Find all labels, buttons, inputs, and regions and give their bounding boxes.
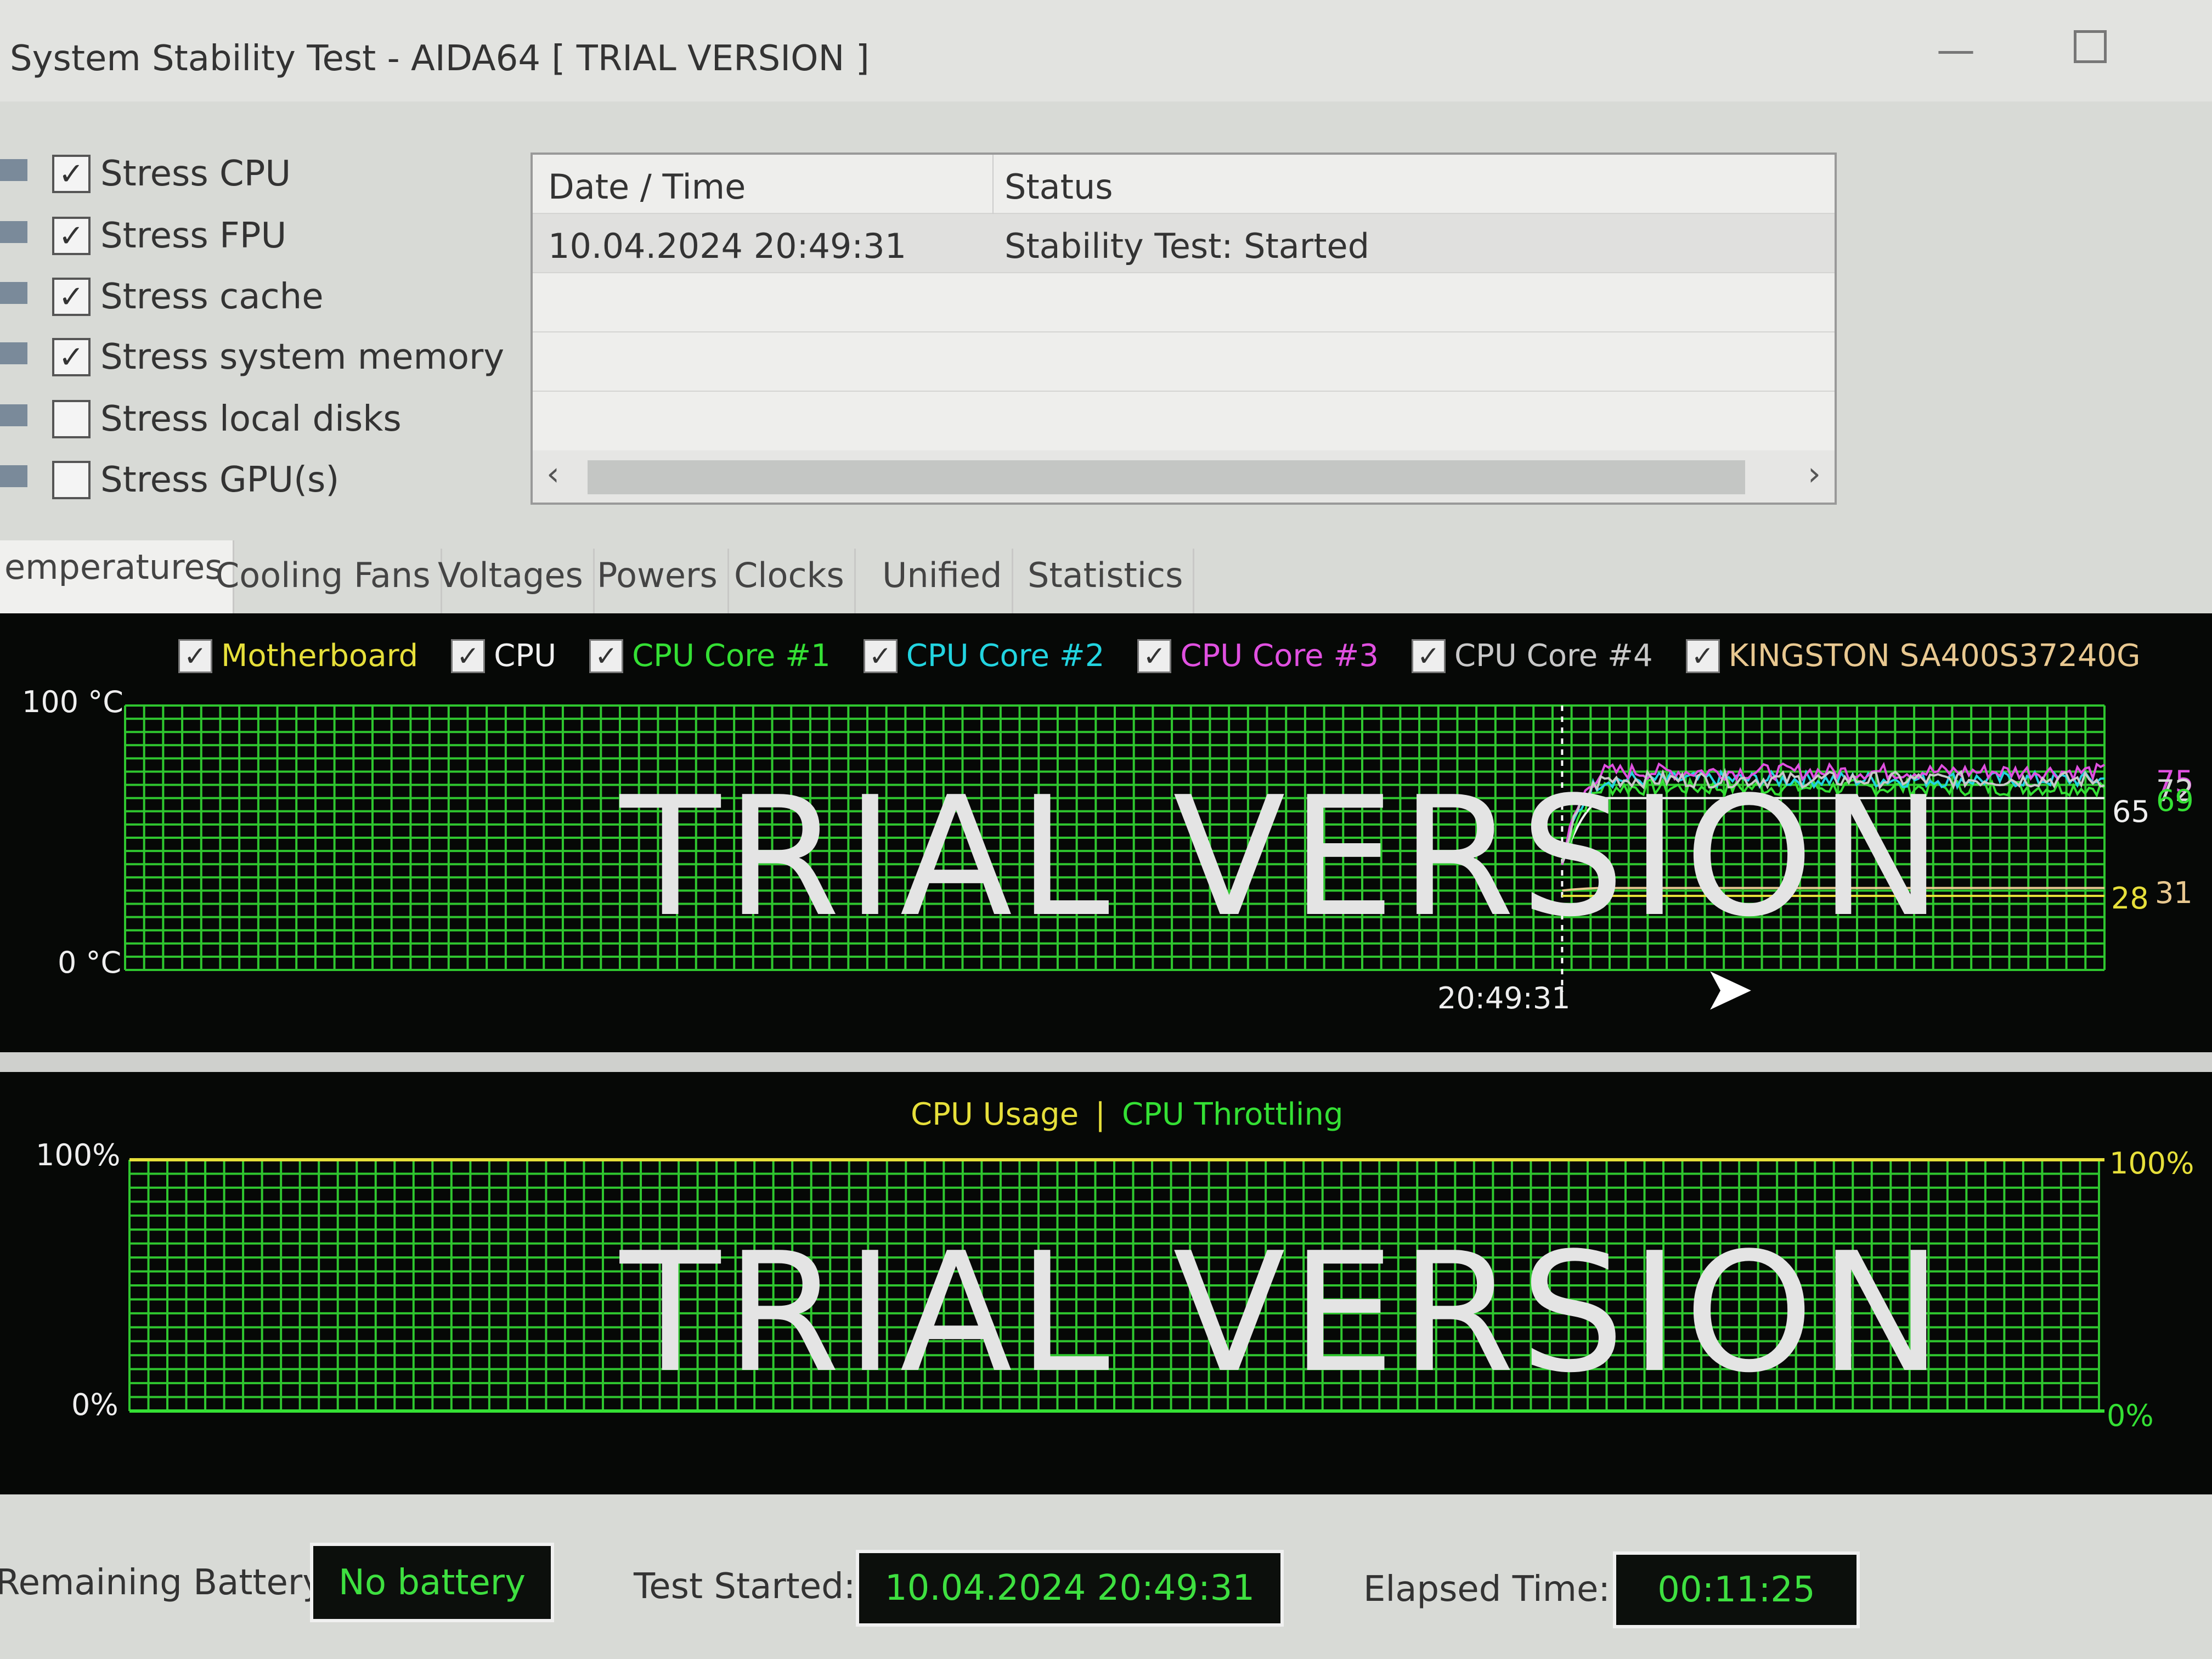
option-label: Stress CPU — [100, 154, 291, 194]
stress-option[interactable]: ✓ Stress FPU — [0, 216, 287, 256]
current-value-label: 28 — [2111, 881, 2149, 916]
y-tick-100: 100 °C — [22, 685, 123, 719]
checkbox[interactable] — [52, 400, 91, 438]
legend-item[interactable]: ✓ CPU Core #2 — [863, 638, 1105, 674]
test-started-label: Test Started: — [634, 1566, 856, 1607]
log-table: Date / Time Status 10.04.2024 20:49:31 S… — [531, 153, 1837, 505]
legend-cpu-throttling: CPU Throttling — [1122, 1097, 1344, 1132]
battery-label: Remaining Battery: — [0, 1562, 332, 1603]
maximize-icon[interactable] — [2074, 30, 2107, 63]
legend-label: CPU Core #2 — [906, 638, 1105, 674]
checkbox[interactable] — [52, 461, 91, 499]
legend-item[interactable]: ✓ Motherboard — [178, 638, 418, 674]
tab[interactable]: Voltages — [428, 549, 595, 613]
y-tick-0: 0 °C — [58, 945, 122, 980]
trial-watermark: TRIAL VERSION — [620, 761, 1948, 953]
mouse-cursor-icon: ➤ — [1703, 953, 1754, 1024]
tab[interactable]: Statistics — [1018, 549, 1195, 613]
elapsed-time-value: 00:11:25 — [1613, 1551, 1860, 1628]
tab[interactable]: Clocks — [724, 549, 856, 613]
stress-option[interactable]: ✓ Stress cache — [0, 276, 324, 317]
column-header-datetime[interactable]: Date / Time — [548, 167, 746, 207]
tab[interactable]: emperatures — [0, 540, 234, 613]
current-value-label: 31 — [2155, 876, 2193, 910]
title-bar: System Stability Test - AIDA64 [ TRIAL V… — [0, 0, 2212, 101]
elapsed-time-label: Elapsed Time: — [1363, 1569, 1610, 1610]
device-icon — [0, 342, 27, 364]
option-label: Stress cache — [100, 276, 324, 317]
legend-checkbox[interactable]: ✓ — [1137, 639, 1172, 673]
y-tick-100-left: 100% — [36, 1138, 121, 1172]
stress-option[interactable]: Stress GPU(s) — [0, 460, 340, 500]
checkbox[interactable]: ✓ — [52, 338, 91, 376]
checkbox[interactable]: ✓ — [52, 217, 91, 255]
legend-checkbox[interactable]: ✓ — [178, 639, 212, 673]
checkbox[interactable]: ✓ — [52, 278, 91, 316]
legend-cpu-usage: CPU Usage — [911, 1097, 1079, 1132]
legend-separator: | — [1095, 1097, 1106, 1132]
device-icon — [0, 282, 27, 304]
legend-item[interactable]: ✓ CPU — [451, 638, 556, 674]
y-tick-0-right: 0% — [2107, 1398, 2154, 1433]
log-datetime: 10.04.2024 20:49:31 — [548, 226, 907, 266]
stress-option[interactable]: ✓ Stress system memory — [0, 337, 505, 377]
legend-checkbox[interactable]: ✓ — [1685, 639, 1720, 673]
scrollbar-thumb[interactable] — [588, 460, 1745, 494]
temperature-chart: ✓ Motherboard ✓ CPU ✓ CPU Core #1 ✓ CPU Core #2… — [0, 613, 2212, 1052]
option-label: Stress system memory — [100, 337, 505, 377]
device-icon — [0, 404, 27, 426]
time-marker-label: 20:49:31 — [1437, 981, 1571, 1015]
horizontal-scrollbar[interactable]: ‹ › — [533, 450, 1835, 503]
scroll-right-icon[interactable]: › — [1808, 455, 1821, 493]
window-title: System Stability Test - AIDA64 [ TRIAL V… — [10, 38, 870, 79]
legend-label: Motherboard — [221, 638, 419, 674]
current-value-label: 65 — [2112, 794, 2150, 829]
device-icon — [0, 159, 27, 181]
stress-option[interactable]: Stress local disks — [0, 399, 402, 439]
tab[interactable]: Cooling Fans — [206, 549, 442, 613]
legend-checkbox[interactable]: ✓ — [589, 639, 624, 673]
tab[interactable]: Powers — [587, 549, 729, 613]
y-tick-0-left: 0% — [71, 1387, 119, 1422]
legend-label: CPU Core #3 — [1180, 638, 1379, 674]
table-row[interactable]: 10.04.2024 20:49:31 Stability Test: Star… — [533, 214, 1835, 273]
checkbox[interactable]: ✓ — [52, 155, 91, 193]
legend-label: CPU Core #1 — [632, 638, 831, 674]
current-value-label: 69 — [2156, 783, 2194, 818]
legend-checkbox[interactable]: ✓ — [863, 639, 898, 673]
scroll-left-icon[interactable]: ‹ — [546, 455, 560, 493]
device-icon — [0, 221, 27, 243]
device-icon — [0, 465, 27, 487]
cpu-usage-chart: CPU Usage | CPU Throttling 100% 0% 100% … — [0, 1072, 2212, 1494]
column-header-status[interactable]: Status — [1005, 167, 1113, 207]
legend-item[interactable]: ✓ CPU Core #4 — [1411, 638, 1653, 674]
option-label: Stress local disks — [100, 399, 402, 439]
option-label: Stress GPU(s) — [100, 460, 340, 500]
battery-value: No battery — [310, 1543, 554, 1622]
legend-item[interactable]: ✓ CPU Core #1 — [589, 638, 831, 674]
minimize-icon[interactable]: — — [1937, 27, 1975, 72]
log-status: Stability Test: Started — [1005, 226, 1370, 266]
tab[interactable]: Unified — [872, 549, 1014, 613]
legend-item[interactable]: ✓ KINGSTON SA400S37240G — [1685, 638, 2141, 674]
log-header: Date / Time Status — [533, 155, 1835, 214]
y-tick-100-right: 100% — [2109, 1146, 2194, 1181]
stress-option[interactable]: ✓ Stress CPU — [0, 154, 291, 194]
option-label: Stress FPU — [100, 216, 287, 256]
test-started-value: 10.04.2024 20:49:31 — [856, 1550, 1284, 1627]
legend-label: CPU — [494, 638, 557, 674]
legend-item[interactable]: ✓ CPU Core #3 — [1137, 638, 1379, 674]
legend-checkbox[interactable]: ✓ — [1411, 639, 1446, 673]
legend-label: KINGSTON SA400S37240G — [1728, 638, 2141, 674]
legend-label: CPU Core #4 — [1454, 638, 1653, 674]
trial-watermark: TRIAL VERSION — [620, 1217, 1948, 1409]
legend-checkbox[interactable]: ✓ — [451, 639, 486, 673]
